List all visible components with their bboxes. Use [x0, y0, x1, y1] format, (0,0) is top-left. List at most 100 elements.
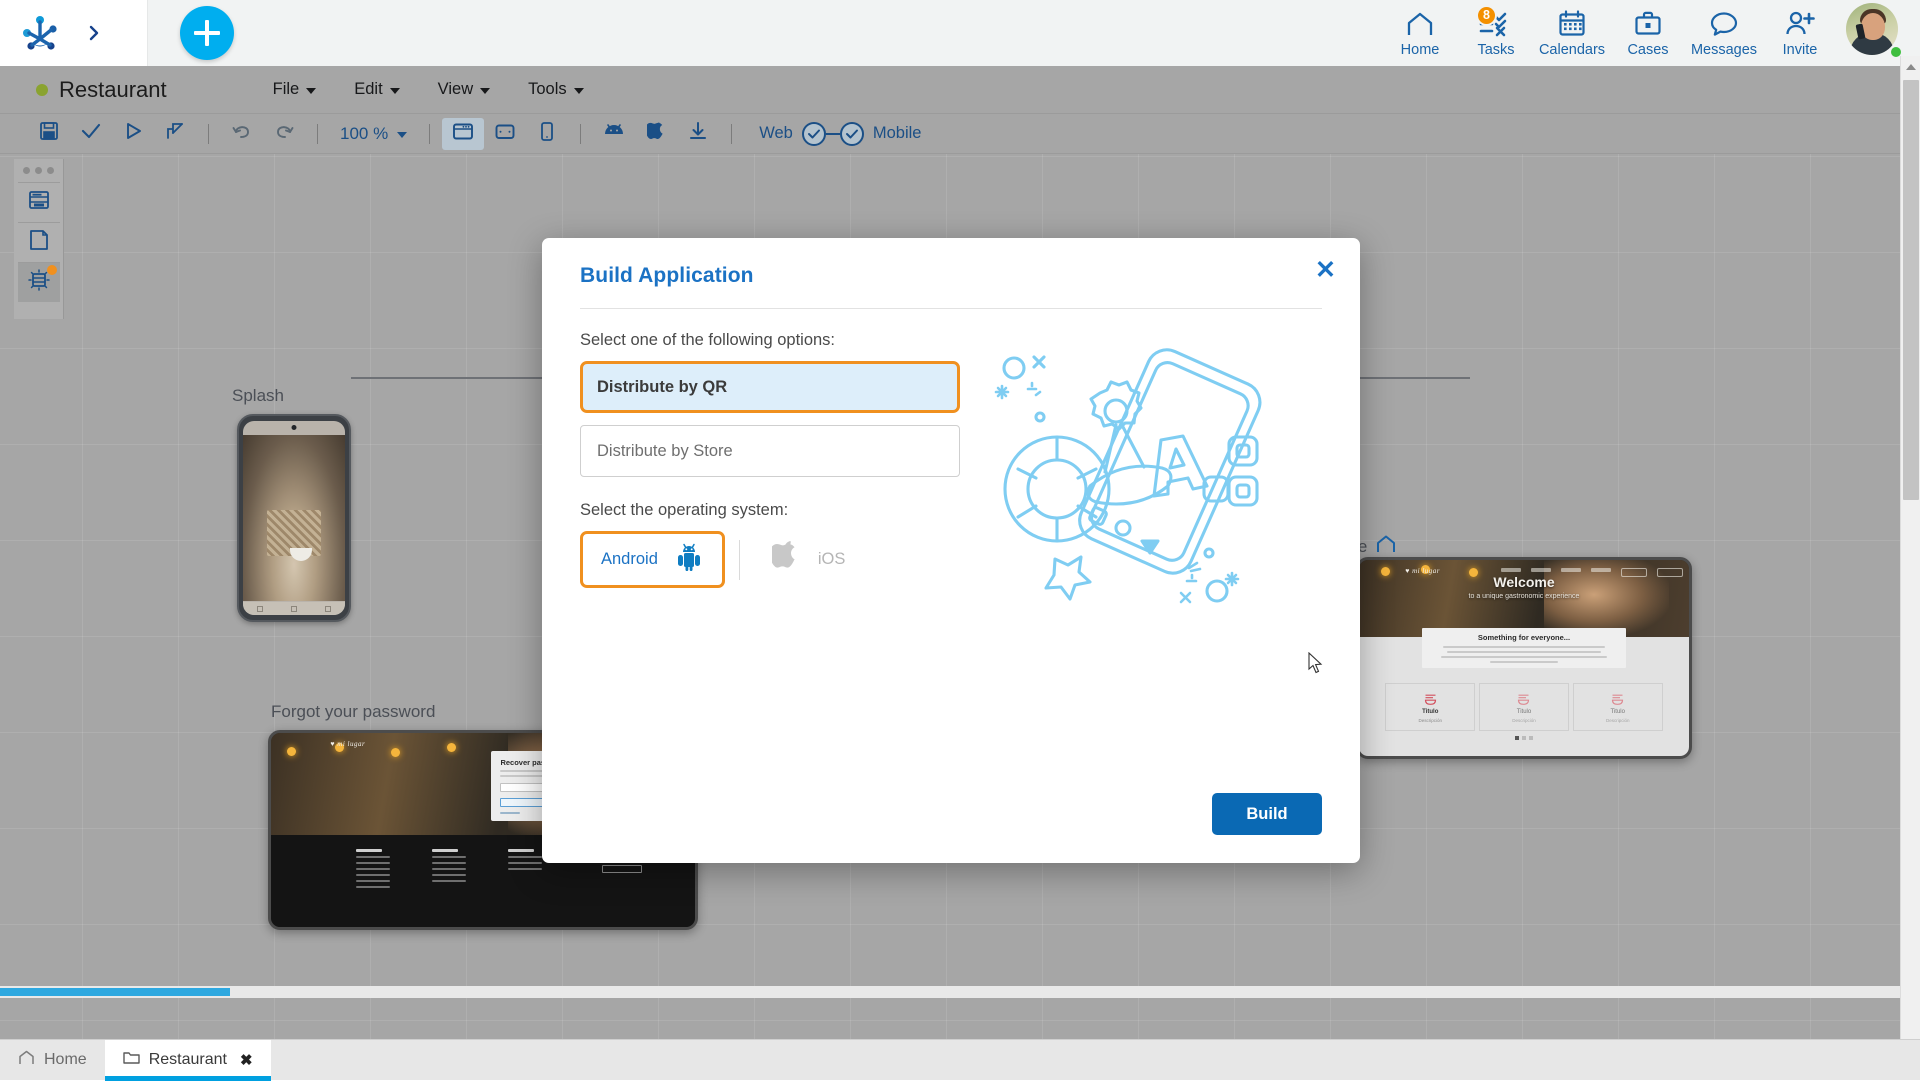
os-option-android[interactable]: Android: [580, 531, 725, 588]
screen-label-splash: Splash: [232, 386, 284, 406]
chevron-right-icon[interactable]: [86, 23, 102, 43]
brand-logo: ♥ mi lugar: [330, 740, 365, 748]
menu-file[interactable]: File: [254, 80, 336, 99]
nav-item-calendars[interactable]: Calendars: [1534, 10, 1610, 64]
chevron-down-icon: [390, 88, 400, 94]
horizontal-scrollbar-thumb[interactable]: [0, 988, 230, 996]
bottom-tab-home-label: Home: [44, 1051, 87, 1069]
dialog-illustration: [962, 331, 1322, 616]
nav-label-cases: Cases: [1627, 43, 1668, 58]
welcome-headline: Welcome: [1359, 574, 1689, 590]
nav-label-home: Home: [1401, 43, 1440, 58]
floppy-disk-icon: [39, 121, 59, 146]
menu-edit[interactable]: Edit: [335, 80, 418, 99]
build-application-dialog[interactable]: Build Application ✕ Select one of the fo…: [542, 238, 1360, 863]
welcome-card: Something for everyone...: [1422, 628, 1627, 668]
bottom-tab-home[interactable]: Home: [0, 1040, 105, 1080]
web-toggle-label[interactable]: Web: [750, 124, 802, 143]
calendar-icon: [1558, 10, 1586, 38]
validate-button[interactable]: [70, 118, 112, 150]
mouse-cursor: [1308, 652, 1324, 679]
nav-item-invite[interactable]: Invite: [1762, 10, 1838, 64]
tile-item[interactable]: Titulo Descripción: [1573, 683, 1663, 731]
android-icon: [602, 122, 626, 145]
user-add-icon: [1785, 10, 1815, 38]
horizontal-scrollbar[interactable]: [0, 986, 1900, 998]
redo-button[interactable]: [263, 118, 305, 150]
canvas-screen-splash[interactable]: [237, 414, 351, 622]
nav-item-tasks[interactable]: 8 Tasks: [1458, 10, 1534, 64]
menu-view[interactable]: View: [419, 80, 509, 99]
logo-mark-icon[interactable]: [20, 13, 60, 53]
close-icon[interactable]: ✖: [240, 1051, 253, 1069]
os-label: Select the operating system:: [580, 501, 962, 520]
dialog-title: Build Application: [580, 264, 1322, 288]
welcome-card-title: Something for everyone...: [1430, 633, 1619, 642]
play-icon: [123, 121, 143, 146]
dialog-body: Select one of the following options: Dis…: [580, 309, 1322, 616]
nav-item-messages[interactable]: Messages: [1686, 10, 1762, 64]
mobile-view-button[interactable]: [526, 118, 568, 150]
tile-item[interactable]: Titulo Descripción: [1385, 683, 1475, 731]
run-button[interactable]: [112, 118, 154, 150]
rail-drag-handle[interactable]: [23, 167, 54, 174]
android-build-button[interactable]: [593, 118, 635, 150]
sidebar-item-pages[interactable]: [18, 222, 60, 262]
page-icon: [27, 228, 51, 257]
options-label: Select one of the following options:: [580, 331, 962, 350]
tablet-view-button[interactable]: [484, 118, 526, 150]
desktop-view-button[interactable]: [442, 118, 484, 150]
web-toggle-checkbox[interactable]: [802, 122, 826, 146]
vertical-scrollbar[interactable]: [1900, 56, 1920, 1080]
sidebar-item-build[interactable]: [18, 262, 60, 302]
sidebar-item-screens[interactable]: [18, 182, 60, 222]
tile-title: Titulo: [1611, 709, 1625, 715]
build-button[interactable]: Build: [1212, 793, 1322, 835]
top-navigation-bar: Home 8 Tasks: [0, 0, 1920, 66]
menu-tools[interactable]: Tools: [509, 80, 603, 99]
vertical-scrollbar-thumb[interactable]: [1903, 80, 1919, 500]
option-distribute-by-store[interactable]: Distribute by Store: [580, 425, 960, 477]
nav-label-invite: Invite: [1783, 43, 1818, 58]
editor-toolbar: 100 %: [0, 114, 1900, 154]
mobile-toggle-label[interactable]: Mobile: [864, 124, 931, 143]
nav-item-home[interactable]: Home: [1382, 10, 1458, 64]
tile-item[interactable]: Titulo Descripción: [1479, 683, 1569, 731]
ios-build-button[interactable]: [635, 118, 677, 150]
scroll-up-button[interactable]: [1901, 58, 1920, 76]
menu-file-label: File: [273, 80, 300, 99]
canvas-screen-home[interactable]: ♥ mi lugar Welcome to a unique gastronom…: [1356, 557, 1692, 759]
desktop-icon: [452, 122, 474, 146]
connector-line: [351, 377, 551, 379]
bottom-tab-restaurant[interactable]: Restaurant ✖: [105, 1040, 271, 1080]
chat-bubble-icon: [1709, 10, 1739, 38]
home-outline-icon: [18, 1050, 35, 1070]
option-distribute-by-qr[interactable]: Distribute by QR: [580, 361, 960, 413]
tasks-icon: 8: [1479, 10, 1513, 38]
welcome-body: Something for everyone... Titulo Descrip…: [1359, 637, 1689, 756]
menu-edit-label: Edit: [354, 80, 382, 99]
os-option-ios[interactable]: iOS: [754, 531, 864, 588]
option-label: Distribute by QR: [597, 378, 727, 397]
mobile-toggle-checkbox[interactable]: [840, 122, 864, 146]
carousel-dots[interactable]: [1515, 736, 1533, 740]
download-button[interactable]: [677, 118, 719, 150]
chevron-down-icon: [306, 88, 316, 94]
zoom-selector[interactable]: 100 %: [330, 124, 417, 144]
tile-row: Titulo Descripción Titulo Descripción Ti…: [1385, 683, 1662, 731]
tile-title: Titulo: [1422, 709, 1438, 715]
page-title: Restaurant: [36, 77, 167, 103]
share-button[interactable]: [154, 118, 196, 150]
close-icon[interactable]: ✕: [1315, 258, 1336, 283]
phone-camera-notch: [292, 425, 297, 430]
screen-label-forgot-password: Forgot your password: [271, 702, 435, 722]
os-separator: [739, 540, 740, 580]
undo-button[interactable]: [221, 118, 263, 150]
splash-photo: [243, 435, 345, 601]
nav-item-cases[interactable]: Cases: [1610, 10, 1686, 64]
add-button[interactable]: [180, 6, 234, 60]
phone-screen-preview: [243, 421, 345, 615]
avatar[interactable]: [1846, 3, 1904, 61]
save-button[interactable]: [28, 118, 70, 150]
menu-view-label: View: [438, 80, 473, 99]
